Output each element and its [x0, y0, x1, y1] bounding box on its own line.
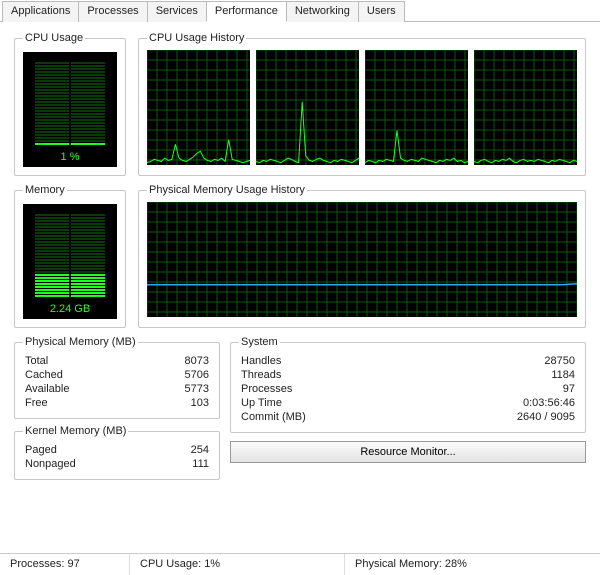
tab-processes[interactable]: Processes [78, 1, 147, 22]
tab-applications[interactable]: Applications [2, 1, 79, 22]
pm-free-value: 103 [191, 397, 209, 409]
memory-gauge-value: 2.24 GB [23, 303, 117, 315]
memory-group: Memory 2.24 GB [14, 184, 126, 328]
sys-processes-label: Processes [241, 383, 292, 395]
sys-commit-value: 2640 / 9095 [517, 411, 575, 423]
sys-threads-label: Threads [241, 369, 281, 381]
status-memory: Physical Memory: 28% [345, 554, 600, 575]
km-nonpaged-value: 111 [192, 458, 209, 470]
status-cpu: CPU Usage: 1% [130, 554, 345, 575]
sys-threads-value: 1184 [551, 369, 575, 381]
pm-available-value: 5773 [185, 383, 209, 395]
sys-uptime-label: Up Time [241, 397, 282, 409]
pm-total-value: 8073 [185, 355, 209, 367]
cpu-history-core2 [256, 50, 359, 165]
physical-memory-group: Physical Memory (MB) Total 8073 Cached 570… [14, 336, 220, 419]
tab-networking[interactable]: Networking [286, 1, 359, 22]
cpu-usage-group: CPU Usage 1 % [14, 32, 126, 176]
km-paged-value: 254 [191, 444, 209, 456]
pm-cached-value: 5706 [185, 369, 209, 381]
performance-panel: CPU Usage 1 % CPU Usage History Memory 2… [0, 22, 600, 486]
status-bar: Processes: 97 CPU Usage: 1% Physical Mem… [0, 553, 600, 575]
status-processes: Processes: 97 [0, 554, 130, 575]
cpu-history-core3 [365, 50, 468, 165]
pm-total-label: Total [25, 355, 48, 367]
km-nonpaged-label: Nonpaged [25, 458, 76, 470]
cpu-usage-title: CPU Usage [23, 32, 85, 44]
pm-available-label: Available [25, 383, 69, 395]
tab-services[interactable]: Services [147, 1, 207, 22]
resource-monitor-button[interactable]: Resource Monitor... [230, 441, 586, 463]
tab-performance[interactable]: Performance [206, 1, 287, 22]
cpu-gauge-value: 1 % [23, 151, 117, 163]
sys-processes-value: 97 [563, 383, 575, 395]
kernel-memory-legend: Kernel Memory (MB) [23, 425, 128, 437]
kernel-memory-group: Kernel Memory (MB) Paged 254 Nonpaged 111 [14, 425, 220, 480]
physical-memory-legend: Physical Memory (MB) [23, 336, 138, 348]
cpu-history-group: CPU Usage History [138, 32, 586, 176]
memory-history-title: Physical Memory Usage History [147, 184, 307, 196]
sys-handles-label: Handles [241, 355, 281, 367]
sys-commit-label: Commit (MB) [241, 411, 306, 423]
sys-handles-value: 28750 [544, 355, 575, 367]
memory-history-group: Physical Memory Usage History [138, 184, 586, 328]
pm-cached-label: Cached [25, 369, 63, 381]
km-paged-label: Paged [25, 444, 57, 456]
memory-history-chart [147, 202, 577, 317]
system-legend: System [239, 336, 280, 348]
memory-title: Memory [23, 184, 67, 196]
cpu-history-title: CPU Usage History [147, 32, 246, 44]
sys-uptime-value: 0:03:56:46 [523, 397, 575, 409]
memory-gauge: 2.24 GB [23, 204, 117, 319]
system-group: System Handles 28750 Threads 1184 Processe… [230, 336, 586, 433]
tab-users[interactable]: Users [358, 1, 405, 22]
cpu-history-core1 [147, 50, 250, 165]
cpu-history-core4 [474, 50, 577, 165]
tab-bar: Applications Processes Services Performa… [0, 0, 600, 22]
pm-free-label: Free [25, 397, 48, 409]
cpu-gauge: 1 % [23, 52, 117, 167]
